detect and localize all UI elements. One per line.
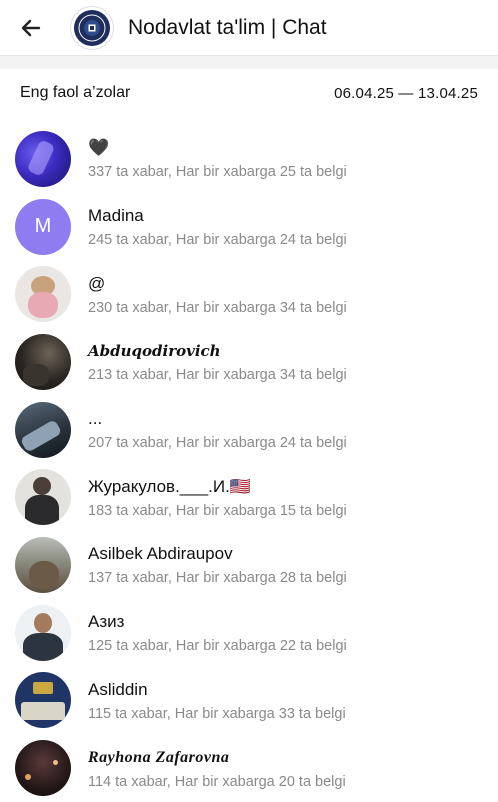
avatar (15, 333, 71, 390)
member-row[interactable]: M Madina 245 ta xabar, Har bir xabarga 2… (0, 193, 498, 261)
member-name: ... (88, 409, 103, 429)
member-stats: 337 ta xabar, Har bir xabarga 25 ta belg… (88, 164, 347, 181)
avatar (15, 401, 71, 458)
divider (0, 56, 498, 69)
member-row[interactable]: @ 230 ta xabar, Har bir xabarga 34 ta be… (0, 260, 498, 328)
member-row[interactable]: Asilbek Abdiraupov 137 ta xabar, Har bir… (0, 531, 498, 599)
avatar: M (15, 198, 71, 255)
member-stats: 207 ta xabar, Har bir xabarga 24 ta belg… (88, 435, 347, 452)
group-logo-icon[interactable] (70, 5, 114, 50)
member-stats: 183 ta xabar, Har bir xabarga 15 ta belg… (88, 502, 347, 519)
section-header: Eng faol a’zolar 06.04.25 — 13.04.25 (0, 69, 498, 117)
arrow-left-icon (21, 19, 41, 36)
member-name: Asliddin (88, 679, 148, 699)
member-stats: 230 ta xabar, Har bir xabarga 34 ta belg… (88, 299, 347, 316)
date-range[interactable]: 06.04.25 — 13.04.25 (334, 85, 478, 102)
member-name: Азиз (88, 612, 125, 632)
member-row[interactable]: Журакулов.___.И.🇺🇸 183 ta xabar, Har bir… (0, 463, 498, 531)
member-name: Rayhona Zafarovna (88, 748, 230, 766)
member-row[interactable]: Abduqodirovich 213 ta xabar, Har bir xab… (0, 328, 498, 396)
avatar-initial: M (34, 215, 52, 238)
member-name: 🖤 (88, 138, 110, 158)
member-row[interactable]: Азиз 125 ta xabar, Har bir xabarga 22 ta… (0, 599, 498, 667)
avatar (15, 130, 71, 187)
avatar (15, 266, 71, 323)
member-stats: 213 ta xabar, Har bir xabarga 34 ta belg… (88, 367, 347, 384)
avatar (15, 740, 71, 797)
avatar (15, 469, 71, 526)
member-name: Журакулов.___.И.🇺🇸 (88, 476, 251, 496)
chat-title: Nodavlat ta'lim | Chat (128, 15, 327, 39)
member-name: Madina (88, 206, 144, 226)
member-row[interactable]: 🖤 337 ta xabar, Har bir xabarga 25 ta be… (0, 125, 498, 193)
member-stats: 137 ta xabar, Har bir xabarga 28 ta belg… (88, 570, 347, 587)
member-row[interactable]: Asliddin 115 ta xabar, Har bir xabarga 3… (0, 667, 498, 735)
member-name: @ (88, 273, 106, 293)
member-stats: 114 ta xabar, Har bir xabarga 20 ta belg… (88, 773, 346, 790)
top-bar: Nodavlat ta'lim | Chat (0, 0, 498, 56)
member-stats: 125 ta xabar, Har bir xabarga 22 ta belg… (88, 638, 347, 655)
back-button[interactable] (0, 0, 62, 56)
member-row[interactable]: Rayhona Zafarovna 114 ta xabar, Har bir … (0, 734, 498, 802)
member-row[interactable]: ... 207 ta xabar, Har bir xabarga 24 ta … (0, 396, 498, 464)
avatar (15, 604, 71, 661)
member-stats: 115 ta xabar, Har bir xabarga 33 ta belg… (88, 705, 346, 722)
section-title: Eng faol a’zolar (20, 84, 131, 101)
member-name: Abduqodirovich (88, 342, 221, 361)
members-list: 🖤 337 ta xabar, Har bir xabarga 25 ta be… (0, 125, 498, 802)
avatar (15, 536, 71, 593)
member-stats: 245 ta xabar, Har bir xabarga 24 ta belg… (88, 232, 347, 249)
member-name: Asilbek Abdiraupov (88, 544, 233, 564)
avatar (15, 672, 71, 729)
